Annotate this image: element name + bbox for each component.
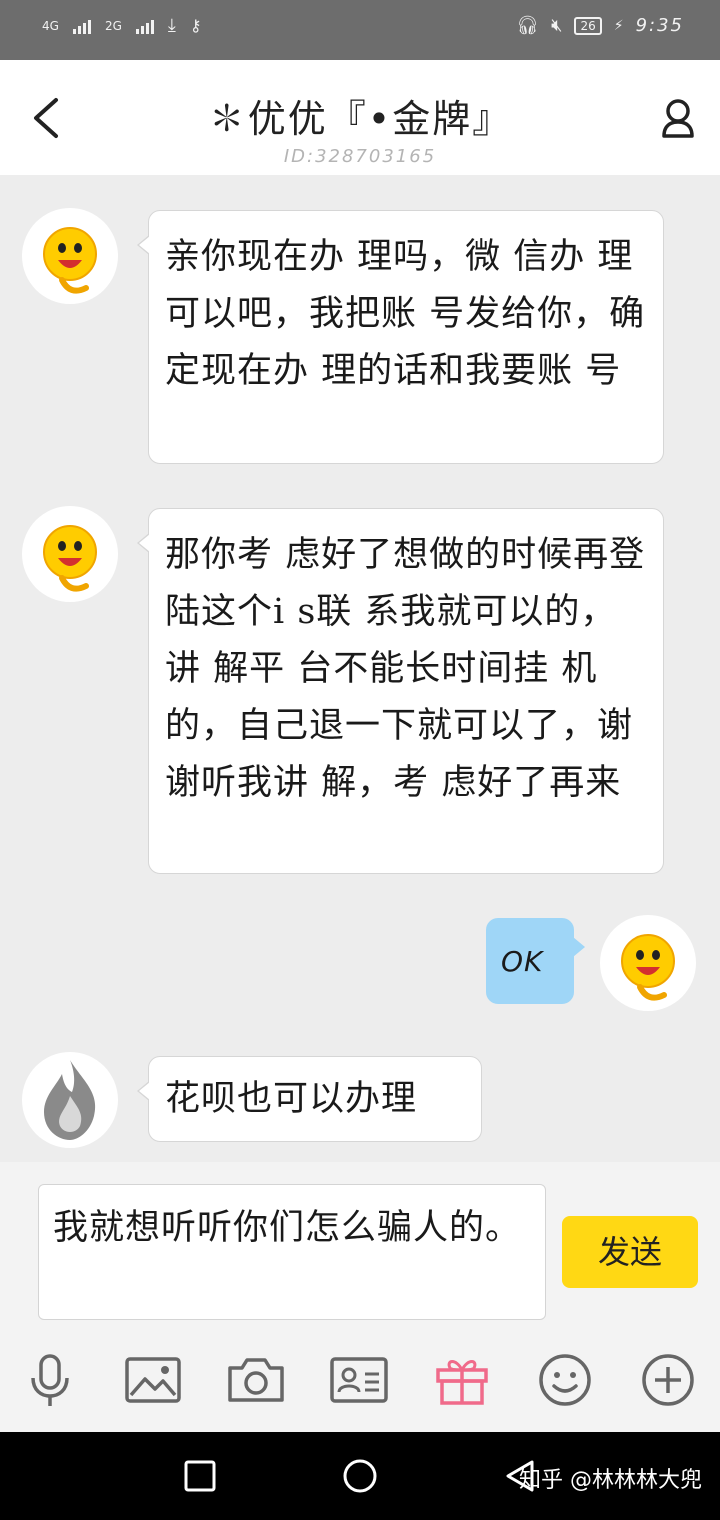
voice-button[interactable] xyxy=(20,1350,80,1410)
plus-icon xyxy=(642,1354,694,1406)
chat-header: ✽优优『•金牌』 ID:328703165 xyxy=(0,60,720,175)
avatar-self[interactable] xyxy=(600,915,696,1011)
status-bar: 4G 2G ⤓ ⚷ 🎧︎ 🔇︎ 26 ⚡︎ 9:35 xyxy=(0,0,720,60)
emoji-icon xyxy=(539,1354,591,1406)
download-icon: ⤓ xyxy=(167,15,176,36)
avatar[interactable] xyxy=(22,208,118,304)
contact-card-icon xyxy=(330,1357,388,1403)
avatar[interactable] xyxy=(22,1052,118,1148)
emoji-avatar-icon xyxy=(621,934,675,1001)
mute-icon: 🔇︎ xyxy=(551,15,563,36)
signal-icon xyxy=(135,18,154,34)
emoji-button[interactable] xyxy=(535,1350,595,1410)
message-input[interactable]: 我就想听听你们怎么骗人的。 xyxy=(38,1184,546,1320)
network-4g-label: 4G xyxy=(42,18,59,33)
gift-icon xyxy=(436,1360,488,1405)
square-icon xyxy=(184,1460,216,1492)
contact-id: ID:328703165 xyxy=(283,146,437,167)
camera-icon xyxy=(228,1358,284,1402)
message-bubble[interactable]: 花呗也可以办理 xyxy=(137,1056,482,1142)
watermark: 知乎 @林林林大兜 xyxy=(519,1468,702,1493)
clock: 9:35 xyxy=(635,15,684,36)
composer: 我就想听听你们怎么骗人的。 发送 xyxy=(0,1162,720,1332)
page-title: ✽优优『•金牌』 xyxy=(207,97,513,141)
photo-button[interactable] xyxy=(123,1350,183,1410)
microphone-icon xyxy=(31,1354,69,1406)
flame-avatar-icon xyxy=(44,1060,96,1140)
message-text: 花呗也可以办理 xyxy=(165,1079,418,1119)
avatar[interactable] xyxy=(22,506,118,602)
message-bubble[interactable]: 那你考 虑好了想做的时候再登 陆这个i s联 系我就可以的，讲 解平 台不能长时… xyxy=(137,508,664,874)
camera-button[interactable] xyxy=(226,1350,286,1410)
home-button[interactable] xyxy=(338,1454,382,1498)
signal-icon xyxy=(72,18,91,34)
send-button[interactable]: 发送 xyxy=(562,1216,698,1288)
circle-icon xyxy=(343,1459,377,1493)
message-text: 那你考 虑好了想做的时候再登 陆这个i s联 系我就可以的，讲 解平 台不能长时… xyxy=(165,535,646,803)
emoji-avatar-icon xyxy=(43,525,97,592)
message-bubble-mine[interactable]: OK xyxy=(486,918,585,1004)
system-nav-bar: 知乎 @林林林大兜 xyxy=(0,1432,720,1520)
gift-button[interactable] xyxy=(432,1350,492,1410)
emoji-avatar-icon xyxy=(43,227,97,294)
battery-icon: 26 xyxy=(574,16,602,35)
message-list[interactable]: 亲你现在办 理吗，微 信办 理可以吧，我把账 号发给你，确定现在办 理的话和我要… xyxy=(0,175,720,1162)
message-bubble[interactable]: 亲你现在办 理吗，微 信办 理可以吧，我把账 号发给你，确定现在办 理的话和我要… xyxy=(137,210,664,464)
message-text: 亲你现在办 理吗，微 信办 理可以吧，我把账 号发给你，确定现在办 理的话和我要… xyxy=(165,237,646,391)
image-icon xyxy=(125,1357,181,1403)
headset-icon: 🎧︎ xyxy=(516,15,540,36)
key-icon: ⚷ xyxy=(189,16,202,35)
composer-toolbar xyxy=(0,1332,720,1432)
recents-button[interactable] xyxy=(178,1454,222,1498)
profile-button[interactable] xyxy=(658,96,698,140)
message-text: OK xyxy=(501,945,544,978)
network-2g-label: 2G xyxy=(104,18,122,33)
charging-icon: ⚡︎ xyxy=(613,17,624,34)
person-icon xyxy=(662,99,694,138)
contact-card-button[interactable] xyxy=(329,1350,389,1410)
more-button[interactable] xyxy=(638,1350,698,1410)
